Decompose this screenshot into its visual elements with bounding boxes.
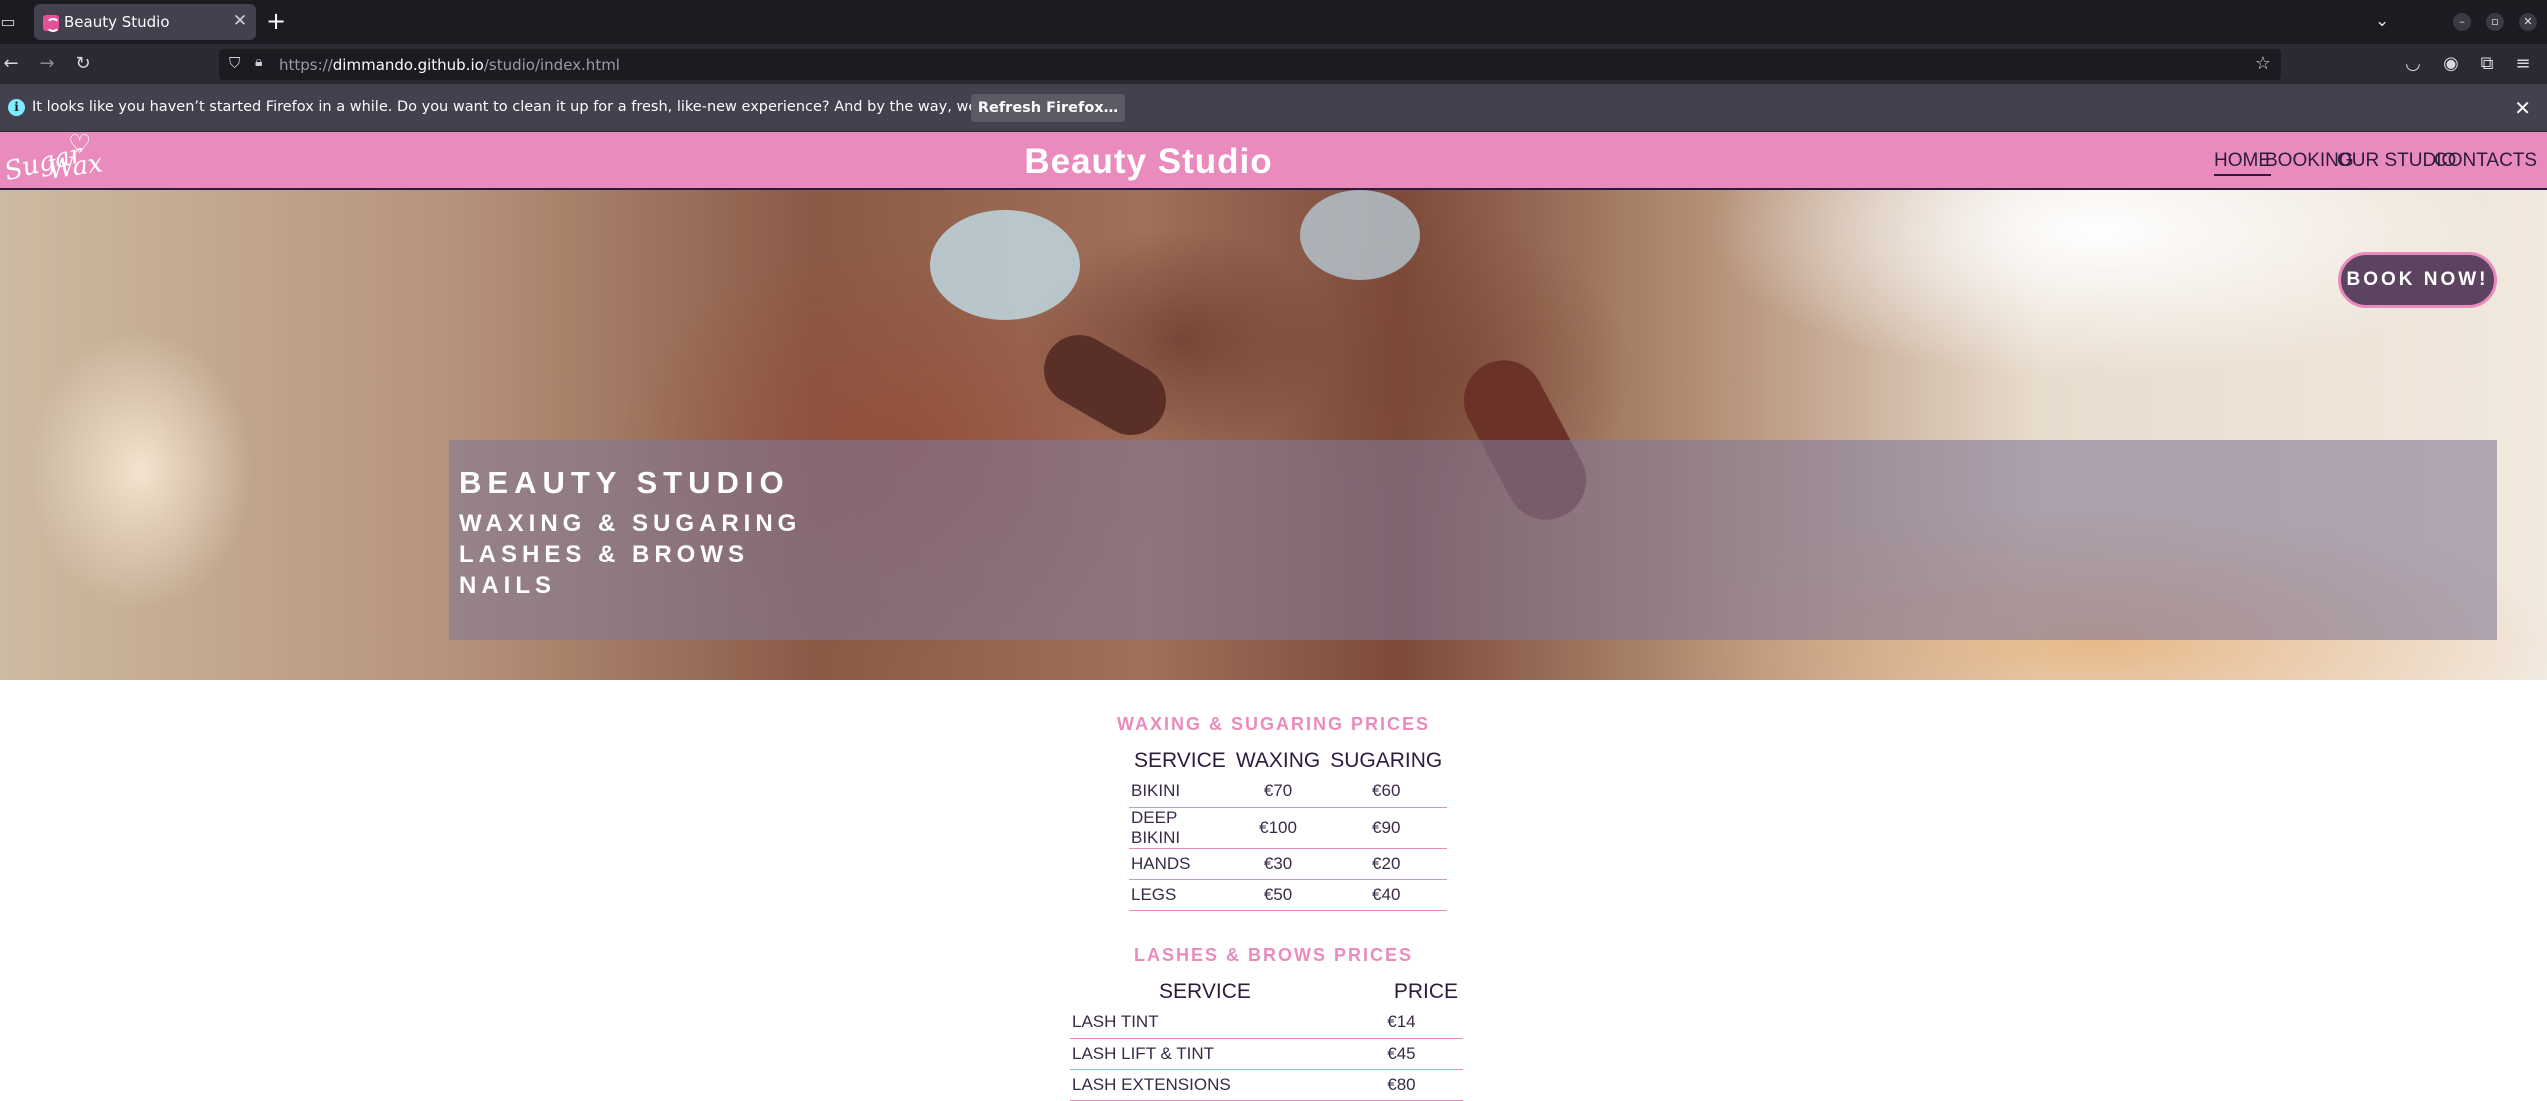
site-title: Beauty Studio <box>1024 142 1273 181</box>
list-all-tabs-chevron-icon[interactable]: ⌄ <box>2375 11 2389 31</box>
hero-photo-detail <box>1031 322 1179 448</box>
price-cell: €70 <box>1230 776 1326 808</box>
service-cell: LASH LIFT & TINT <box>1070 1038 1340 1070</box>
service-cell: LASH TINT <box>1070 1007 1340 1039</box>
price-cell: €45 <box>1339 1038 1463 1070</box>
price-cell: €90 <box>1325 807 1448 849</box>
price-cell: €20 <box>1325 848 1448 880</box>
bookmark-star-icon[interactable]: ☆ <box>2255 53 2271 74</box>
column-header: SERVICE <box>1159 979 1251 1003</box>
info-icon: i <box>8 99 25 116</box>
tab-title: Beauty Studio <box>64 13 170 31</box>
price-cell: €100 <box>1230 807 1326 849</box>
address-bar[interactable]: ⛉ 🔒︎ https://dimmando.github.io/studio/i… <box>219 49 2281 80</box>
waxing-prices-table: SERVICE WAXING SUGARING BIKINI €70 €60 D… <box>1129 745 1448 911</box>
table-header-row: SERVICE PRICE <box>1070 976 1463 1007</box>
book-now-button[interactable]: BOOK NOW! <box>2338 252 2497 308</box>
url-text[interactable]: https://dimmando.github.io/studio/index.… <box>279 56 620 74</box>
lock-icon[interactable]: 🔒︎ <box>255 54 262 70</box>
menu-item-contacts[interactable]: CONTACTS <box>2434 150 2537 172</box>
menu-item-home[interactable]: HOME <box>2214 150 2271 176</box>
hero-service-line: NAILS <box>459 572 556 599</box>
column-header: SUGARING <box>1330 748 1443 772</box>
service-cell: LASH EXTENSIONS <box>1070 1069 1340 1101</box>
hero-photo-detail <box>1300 190 1420 280</box>
price-cell: €60 <box>1325 776 1448 808</box>
tab-list-icon[interactable]: ▭ <box>0 12 16 32</box>
minimize-window-icon[interactable]: – <box>2453 13 2471 31</box>
lashes-prices-title: LASHES & BROWS PRICES <box>1133 945 1414 965</box>
table-row: HANDS €30 €20 <box>1129 848 1448 880</box>
account-icon[interactable]: ◉ <box>2440 53 2462 75</box>
hero-caption-panel: BEAUTY STUDIO WAXING & SUGARING LASHES &… <box>449 440 2497 640</box>
table-header-row: SERVICE WAXING SUGARING <box>1129 745 1447 776</box>
lashes-prices-table: SERVICE PRICE LASH TINT €14 LASH LIFT & … <box>1070 976 1463 1101</box>
service-cell: LEGS <box>1129 879 1231 911</box>
price-cell: €40 <box>1325 879 1448 911</box>
close-notification-icon[interactable]: ✕ <box>2514 96 2531 120</box>
refresh-firefox-button[interactable]: Refresh Firefox… <box>971 94 1125 122</box>
hero-service-line: WAXING & SUGARING <box>459 510 802 537</box>
hero-heading: BEAUTY STUDIO <box>459 465 790 500</box>
url-host: dimmando.github.io <box>332 56 484 74</box>
hero-photo-detail <box>930 210 1080 320</box>
forward-arrow-icon[interactable]: → <box>36 53 58 75</box>
column-header: PRICE <box>1393 979 1458 1003</box>
tracking-shield-icon[interactable]: ⛉ <box>229 54 240 72</box>
service-cell: BIKINI <box>1129 776 1231 808</box>
table-row: LEGS €50 €40 <box>1129 879 1448 911</box>
hero-banner: BOOK NOW! BEAUTY STUDIO WAXING & SUGARIN… <box>0 190 2547 680</box>
price-cell: €14 <box>1339 1007 1463 1039</box>
restore-window-icon[interactable]: ▫ <box>2486 13 2504 31</box>
price-cell: €30 <box>1230 848 1326 880</box>
back-arrow-icon[interactable]: ← <box>0 53 22 75</box>
table-row: BIKINI €70 €60 <box>1129 776 1448 808</box>
waxing-prices-title: WAXING & SUGARING PRICES <box>1116 714 1431 734</box>
close-window-icon[interactable]: ✕ <box>2519 13 2537 31</box>
column-header: WAXING <box>1235 748 1321 772</box>
price-cell: €80 <box>1339 1069 1463 1101</box>
browser-tab[interactable]: Beauty Studio ✕ <box>34 4 256 40</box>
url-path: /studio/index.html <box>483 56 620 74</box>
table-row: LASH EXTENSIONS €80 <box>1070 1069 1463 1101</box>
notification-bar: i It looks like you haven’t started Fire… <box>0 84 2547 132</box>
menu-hamburger-icon[interactable]: ≡ <box>2512 53 2534 75</box>
new-tab-icon[interactable]: + <box>266 9 286 33</box>
table-row: LASH TINT €14 <box>1070 1007 1463 1039</box>
service-cell: HANDS <box>1129 848 1231 880</box>
price-cell: €50 <box>1230 879 1326 911</box>
table-row: DEEP BIKINI €100 €90 <box>1129 807 1448 849</box>
notification-text: It looks like you haven’t started Firefo… <box>32 99 1067 115</box>
site-header: Sugar Wax ♡ Beauty Studio HOME BOOKING O… <box>0 130 2547 190</box>
pocket-icon[interactable]: ◡ <box>2402 53 2424 75</box>
close-tab-icon[interactable]: ✕ <box>230 11 250 31</box>
table-row: LASH LIFT & TINT €45 <box>1070 1038 1463 1070</box>
column-header: SERVICE <box>1134 748 1226 772</box>
url-prefix: https:// <box>279 56 333 74</box>
hero-service-line: LASHES & BROWS <box>459 541 750 568</box>
browser-nav-bar: ← → ↻ ⛉ 🔒︎ https://dimmando.github.io/st… <box>0 44 2547 84</box>
service-cell: DEEP BIKINI <box>1129 807 1231 849</box>
extensions-icon[interactable]: ⧉ <box>2476 53 2498 75</box>
reload-icon[interactable]: ↻ <box>72 53 94 75</box>
browser-tab-bar: ▭ Beauty Studio ✕ + ⌄ – ▫ ✕ <box>0 0 2547 44</box>
site-favicon-icon <box>43 15 60 32</box>
